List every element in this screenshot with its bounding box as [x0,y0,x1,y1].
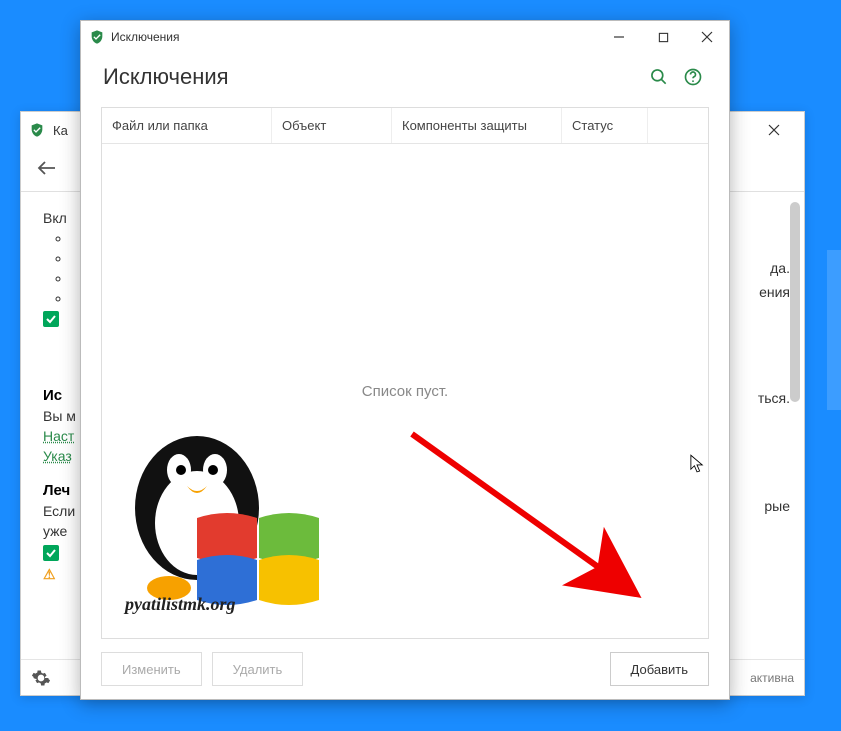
close-icon [768,124,780,136]
close-icon [701,31,713,43]
help-icon [683,67,703,87]
table-header-row: Файл или папка Объект Компоненты защиты … [102,108,708,144]
checkbox-checked-icon[interactable] [43,545,59,561]
text-fragment: ения [759,284,790,300]
table-body: Список пуст. [102,144,708,638]
watermark-logo: pyatilistmk.org [107,408,327,633]
help-button[interactable] [679,63,707,91]
exclusions-table: Файл или папка Объект Компоненты защиты … [101,107,709,639]
desktop-edge [827,250,841,410]
minimize-icon [613,31,625,43]
column-header-components[interactable]: Компоненты защиты [392,108,562,143]
warning-icon: ⚠ [43,566,59,582]
cursor-icon [690,454,704,474]
column-header-file[interactable]: Файл или папка [102,108,272,143]
column-header-object[interactable]: Объект [272,108,392,143]
link-settings[interactable]: Наст [43,428,74,444]
column-header-status[interactable]: Статус [562,108,648,143]
front-window-titlebar: Исключения [81,21,729,53]
column-header-spacer [648,108,708,143]
exclusions-window: Исключения Исключения Файл или папка Объ… [80,20,730,700]
close-button[interactable] [685,21,729,53]
text-fragment: ться. [758,390,790,406]
checkbox-checked-icon[interactable] [43,311,59,327]
link-specify[interactable]: Указ [43,448,72,464]
front-window-header: Исключения [81,53,729,107]
annotation-arrow [402,424,662,604]
scrollbar-thumb[interactable] [790,202,800,402]
shield-icon [29,122,45,138]
watermark-text: pyatilistmk.org [125,594,236,615]
text-fragment: рые [764,498,790,514]
text-fragment: да. [759,260,790,276]
minimize-button[interactable] [597,21,641,53]
delete-button[interactable]: Удалить [212,652,304,686]
page-title: Исключения [103,64,639,90]
search-icon [649,67,669,87]
status-text: активна [750,671,794,685]
front-window-footer: Изменить Удалить Добавить [81,639,729,699]
gear-icon[interactable] [31,668,51,688]
shield-icon [89,29,105,45]
front-window-title: Исключения [111,30,597,44]
back-arrow-icon[interactable] [37,159,57,180]
add-button[interactable]: Добавить [610,652,709,686]
maximize-button[interactable] [641,21,685,53]
close-button[interactable] [752,116,796,144]
edit-button[interactable]: Изменить [101,652,202,686]
search-button[interactable] [645,63,673,91]
empty-list-text: Список пуст. [362,383,448,400]
maximize-icon [658,32,669,43]
